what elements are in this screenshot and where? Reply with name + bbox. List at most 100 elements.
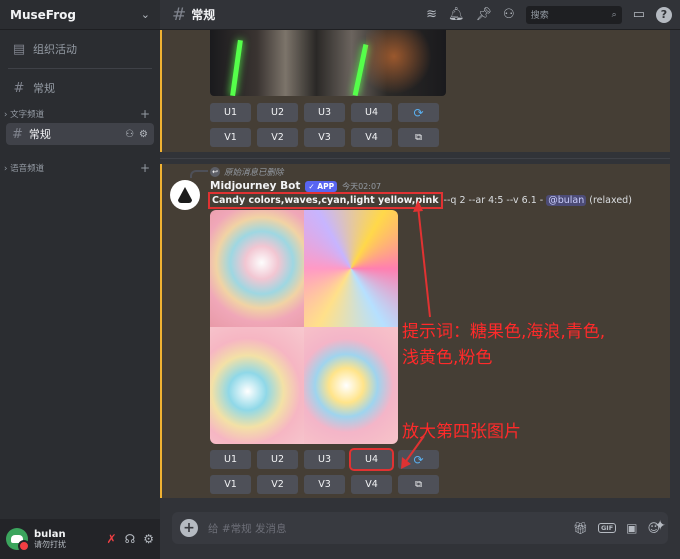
sailboat-icon <box>178 186 192 200</box>
sidebar-item-events[interactable]: ▤ 组织活动 <box>6 36 154 62</box>
u1-button[interactable]: U1 <box>210 450 251 469</box>
refresh-icon: ⟳ <box>413 105 424 120</box>
inbox-icon[interactable]: ▭ <box>633 7 645 22</box>
annotation-prompt-line1: 提示词：糖果色,海浪,青色, <box>402 322 606 342</box>
reply-icon: ↩ <box>210 167 220 177</box>
v1-button[interactable]: V1 <box>210 475 251 494</box>
server-header[interactable]: MuseFrog ⌄ <box>0 0 160 30</box>
hash-icon: # <box>12 126 23 142</box>
sidebar-item-general[interactable]: # 常规 <box>6 75 154 101</box>
mic-muted-icon[interactable]: ✗ <box>107 532 117 546</box>
gear-icon[interactable]: ⚙ <box>139 129 148 140</box>
chevron-down-icon: ⌄ <box>140 8 150 21</box>
variation-button-row: V1 V2 V3 V4 ⧉ <box>210 475 439 494</box>
message-list: U1 U2 U3 U4 ⟳ V1 V2 V3 V4 ⧉ ↩ 原始消息已删除 Mi… <box>160 30 680 500</box>
u2-button[interactable]: U2 <box>257 450 298 469</box>
v3-button[interactable]: V3 <box>304 128 345 147</box>
avatar[interactable] <box>6 528 30 552</box>
channel-sidebar: MuseFrog ⌄ ▤ 组织活动 # 常规 › 文字频道 + # 常规 ⚇ ⚙… <box>0 0 160 559</box>
upscale-button-row: U1 U2 U3 U4 ⟳ <box>210 103 439 122</box>
u2-button[interactable]: U2 <box>257 103 298 122</box>
image-tile-4 <box>304 327 398 444</box>
image-grid[interactable] <box>210 210 398 444</box>
channel-label: 常规 <box>28 128 51 141</box>
v1-button[interactable]: V1 <box>210 128 251 147</box>
divider <box>160 158 670 159</box>
open-link-button[interactable]: ⧉ <box>398 475 439 494</box>
refresh-icon: ⟳ <box>413 452 424 467</box>
prompt-params: --q 2 --ar 4:5 --v 6.1 - <box>443 195 544 206</box>
v2-button[interactable]: V2 <box>257 128 298 147</box>
reroll-button[interactable]: ⟳ <box>398 103 439 122</box>
v3-button[interactable]: V3 <box>304 475 345 494</box>
divider <box>8 68 152 69</box>
user-mention[interactable]: @bulan <box>546 195 587 206</box>
search-input[interactable]: 搜索 ⌕ <box>525 5 622 24</box>
v4-button[interactable]: V4 <box>351 475 392 494</box>
image-tile-1 <box>210 210 304 327</box>
channel-general[interactable]: # 常规 ⚇ ⚙ <box>6 123 154 145</box>
timestamp: 今天02:07 <box>342 181 382 191</box>
u4-button[interactable]: U4 <box>349 448 394 471</box>
headphones-icon[interactable]: ☊ <box>125 532 136 546</box>
image-tile-2 <box>304 210 398 327</box>
composer-placeholder: 给 #常规 发消息 <box>208 522 287 535</box>
sidebar-item-label: 组织活动 <box>33 43 77 56</box>
threads-icon[interactable]: ≋ <box>426 7 437 22</box>
category-label: 语音频道 <box>10 164 45 174</box>
app-badge: ✓ APP <box>305 180 338 192</box>
hash-icon: # <box>13 80 25 96</box>
sidebar-item-label: 常规 <box>33 82 55 95</box>
bot-avatar[interactable] <box>170 180 200 210</box>
u4-button[interactable]: U4 <box>351 103 392 122</box>
external-link-icon: ⧉ <box>415 132 422 143</box>
gift-icon[interactable]: 🎁︎ <box>573 521 588 535</box>
search-icon: ⌕ <box>611 9 617 20</box>
discord-logo-icon <box>11 535 23 543</box>
u3-button[interactable]: U3 <box>304 103 345 122</box>
v2-button[interactable]: V2 <box>257 475 298 494</box>
bot-name[interactable]: Midjourney Bot <box>210 180 300 192</box>
help-icon[interactable]: ? <box>656 6 672 23</box>
u1-button[interactable]: U1 <box>210 103 251 122</box>
v4-button[interactable]: V4 <box>351 128 392 147</box>
user-panel: bulan 请勿打扰 ✗ ☊ ⚙ <box>0 519 160 559</box>
category-text-channels[interactable]: › 文字频道 + <box>0 105 160 123</box>
apps-icon[interactable]: ✦ <box>654 518 666 534</box>
variation-button-row: V1 V2 V3 V4 ⧉ <box>210 128 439 147</box>
add-channel-icon[interactable]: + <box>140 161 150 175</box>
server-name: MuseFrog <box>10 7 76 22</box>
message-composer[interactable]: + 给 #常规 发消息 🎁︎ GIF ▣ ☺ <box>172 512 668 544</box>
invite-icon[interactable]: ⚇ <box>125 129 134 140</box>
hash-icon: # <box>172 4 187 25</box>
user-status: 请勿打扰 <box>34 540 66 550</box>
gear-icon[interactable]: ⚙ <box>143 532 154 546</box>
prompt-line: Candy colors,waves,cyan,light yellow,pin… <box>208 192 632 209</box>
bell-icon[interactable]: 🔔︎ <box>448 7 465 22</box>
sticker-icon[interactable]: ▣ <box>626 521 637 535</box>
upscale-button-row: U1 U2 U3 U4 ⟳ <box>210 448 439 471</box>
reply-text: 原始消息已删除 <box>224 168 284 178</box>
category-label: 文字频道 <box>10 110 45 120</box>
annotation-prompt-line2: 浅黄色,粉色 <box>402 347 493 368</box>
user-name: bulan <box>34 528 66 540</box>
reroll-button[interactable]: ⟳ <box>398 450 439 469</box>
mode-text: (relaxed) <box>589 195 632 206</box>
reply-reference: ↩ 原始消息已删除 <box>210 166 284 178</box>
annotation-prompt: 提示词：糖果色,海浪,青色, 浅黄色,粉色 <box>402 320 605 371</box>
add-channel-icon[interactable]: + <box>140 107 150 121</box>
message-previous: U1 U2 U3 U4 ⟳ V1 V2 V3 V4 ⧉ <box>160 30 670 152</box>
u3-button[interactable]: U3 <box>304 450 345 469</box>
external-link-icon: ⧉ <box>415 479 422 490</box>
image-previous-result[interactable] <box>210 30 446 96</box>
category-voice-channels[interactable]: › 语音频道 + <box>0 159 160 177</box>
gif-icon[interactable]: GIF <box>597 523 617 533</box>
page-title: 常规 <box>191 8 216 22</box>
prompt-text: Candy colors,waves,cyan,light yellow,pin… <box>208 192 443 209</box>
members-icon[interactable]: ⚇ <box>503 7 515 22</box>
upload-plus-icon[interactable]: + <box>180 519 198 537</box>
open-link-button[interactable]: ⧉ <box>398 128 439 147</box>
arrow-to-prompt <box>417 205 431 318</box>
pin-icon[interactable]: 📌︎ <box>476 7 493 22</box>
calendar-icon: ▤ <box>12 41 26 57</box>
